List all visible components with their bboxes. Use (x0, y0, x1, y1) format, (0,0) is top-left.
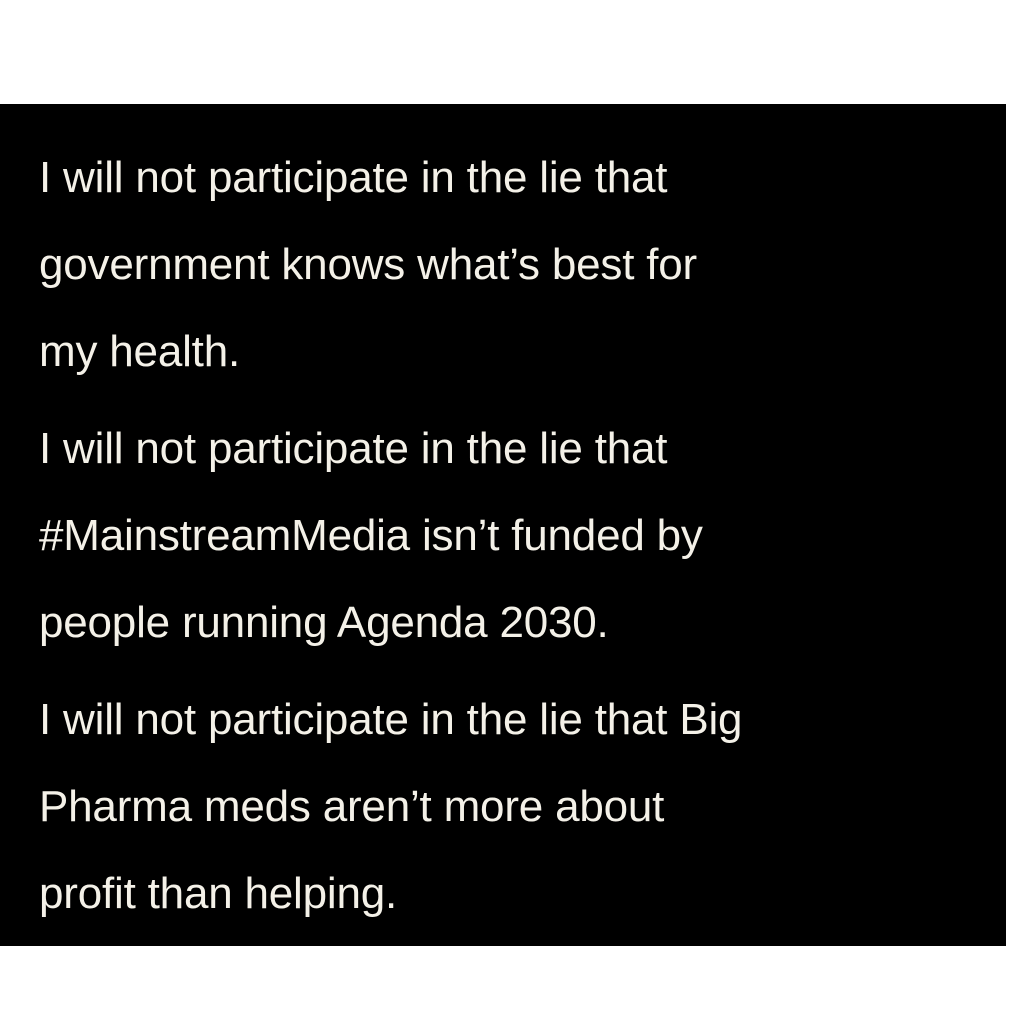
text-line: government knows what’s best for (39, 240, 698, 289)
text-line: I will not participate in the lie that (39, 424, 668, 473)
text-panel: I will not participate in the lie that g… (0, 104, 1006, 946)
paragraph-media: I will not participate in the lie that #… (39, 405, 1006, 666)
text-line: #MainstreamMedia isn’t funded by (39, 511, 703, 560)
text-line: I will not participate in the lie that (39, 153, 668, 202)
text-line: my health. (39, 327, 240, 376)
text-line: people running Agenda 2030. (39, 598, 609, 647)
text-line: Pharma meds aren’t more about (39, 782, 665, 831)
paragraph-government: I will not participate in the lie that g… (39, 134, 1006, 395)
text-line: profit than helping. (39, 869, 398, 918)
paragraph-pharma: I will not participate in the lie that B… (39, 676, 1006, 937)
text-line: I will not participate in the lie that B… (39, 695, 743, 744)
